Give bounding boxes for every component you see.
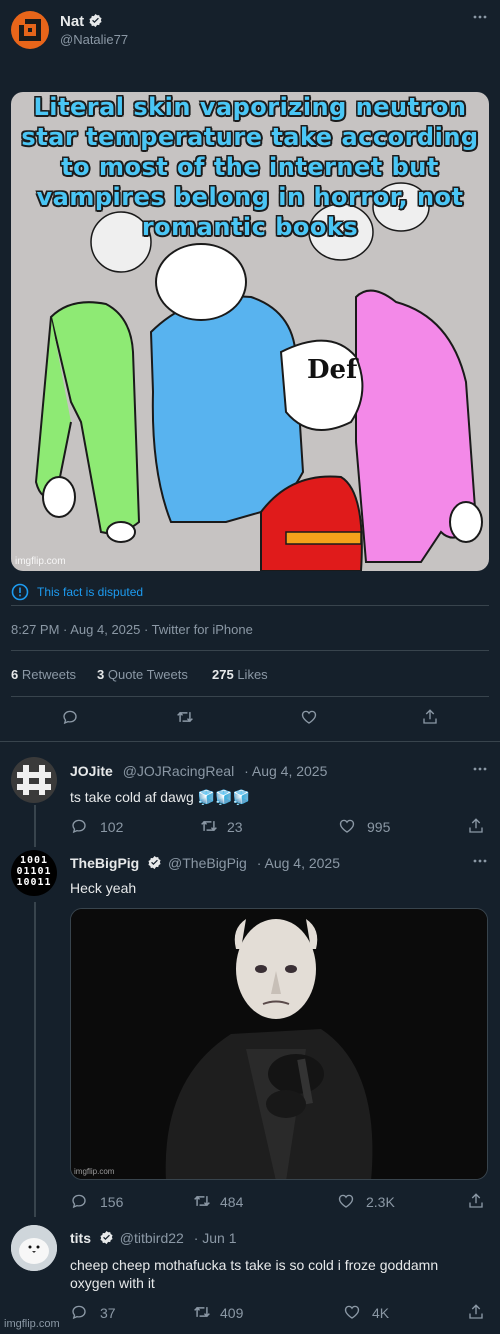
verified-badge-icon [148,855,161,870]
like-count: 4K [372,1305,390,1321]
reply-avatar[interactable]: 1001 01101 10011 [11,850,57,896]
more-options-icon[interactable] [472,12,488,22]
reply-image[interactable]: imgflip.com [70,908,488,1180]
retweets-stat[interactable]: 6 Retweets [11,667,76,682]
reply-count: 156 [100,1194,124,1210]
retweet-icon[interactable] [199,817,219,835]
verified-badge-icon [100,1230,113,1245]
reply-text: cheep cheep mothafucka ts take is so col… [70,1257,439,1291]
like-icon[interactable] [343,1303,361,1321]
reply-header: TheBigPig @TheBigPig · Aug 4, 2025 [70,855,340,871]
reply-icon[interactable] [70,817,88,835]
share-icon[interactable] [467,1303,485,1321]
disputed-notice-link[interactable]: This fact is disputed [37,585,143,599]
binary-avatar-icon: 1001 01101 10011 [11,850,57,896]
likes-count: 275 [212,667,234,682]
divider [11,696,489,697]
share-icon[interactable] [421,708,439,726]
reply-icon[interactable] [61,708,79,726]
reply-author-name[interactable]: tits [70,1230,91,1246]
meme-image[interactable]: Literal skin vaporizing neutron star tem… [11,92,489,571]
reply-header: JOJite @JOJRacingReal · Aug 4, 2025 [70,763,327,779]
retweets-count: 6 [11,667,19,682]
reply-date[interactable]: · Aug 4, 2025 [244,763,327,779]
thread-line [34,902,36,1217]
retweet-icon[interactable] [192,1192,212,1210]
reply-count: 102 [100,819,124,835]
likes-stat[interactable]: 275 Likes [212,667,268,682]
reply-count: 37 [100,1305,116,1321]
retweets-label: Retweets [21,667,77,682]
author-name-text: Nat [60,13,85,30]
more-options-icon[interactable] [472,856,488,866]
hash-grid-avatar-icon [17,765,51,795]
meme-watermark: imgflip.com [15,556,66,567]
reply-text: ts take cold af dawg 🧊🧊🧊 [70,789,250,805]
author-avatar[interactable] [11,11,49,49]
retweet-icon[interactable] [175,708,195,726]
like-count: 995 [367,819,391,835]
more-options-icon[interactable] [472,764,488,774]
verified-badge-icon [89,13,102,28]
thread-line [34,805,36,847]
share-icon[interactable] [467,817,485,835]
reply-header: tits @titbird22 · Jun 1 [70,1230,237,1246]
vampire-photo [71,909,487,1179]
quotes-count: 3 [97,667,105,682]
reply-icon[interactable] [70,1303,88,1321]
reply-author-handle[interactable]: @TheBigPig [168,855,247,871]
reply-author-handle[interactable]: @titbird22 [120,1230,184,1246]
retweet-icon[interactable] [192,1303,212,1321]
reply-icon[interactable] [70,1192,88,1210]
quote-tweets-stat[interactable]: 3 Quote Tweets [97,667,188,682]
reply-date[interactable]: · Aug 4, 2025 [257,855,340,871]
retweet-count: 23 [227,819,243,835]
reply-avatar[interactable] [11,757,57,803]
avatar-logo-icon [19,19,41,41]
share-icon[interactable] [467,1192,485,1210]
meme-def-label: Def [307,355,358,385]
info-icon [11,583,29,601]
like-icon[interactable] [337,1192,355,1210]
reply-author-handle[interactable]: @JOJRacingReal [123,763,234,779]
reply-text: Heck yeah [70,880,137,896]
like-icon[interactable] [300,708,318,726]
footer-watermark: imgflip.com [4,1318,60,1330]
reply-author-name[interactable]: TheBigPig [70,855,139,871]
tweet-timestamp[interactable]: 8:27 PM · Aug 4, 2025 · Twitter for iPho… [11,622,253,637]
reply-author-name[interactable]: JOJite [70,763,113,779]
quotes-label: Quote Tweets [107,667,188,682]
retweet-count: 484 [220,1194,244,1210]
divider [0,741,500,742]
author-name[interactable]: Nat [60,13,103,30]
reply-avatar[interactable] [11,1225,57,1271]
author-handle[interactable]: @Natalie77 [60,32,128,47]
meme-caption: Literal skin vaporizing neutron star tem… [21,93,479,241]
image-watermark: imgflip.com [74,1167,115,1176]
divider [11,605,489,606]
retweet-count: 409 [220,1305,244,1321]
like-count: 2.3K [366,1194,395,1210]
divider [11,650,489,651]
like-icon[interactable] [338,817,356,835]
reply-date[interactable]: · Jun 1 [194,1230,237,1246]
likes-label: Likes [237,667,268,682]
bird-avatar-icon [11,1225,57,1271]
